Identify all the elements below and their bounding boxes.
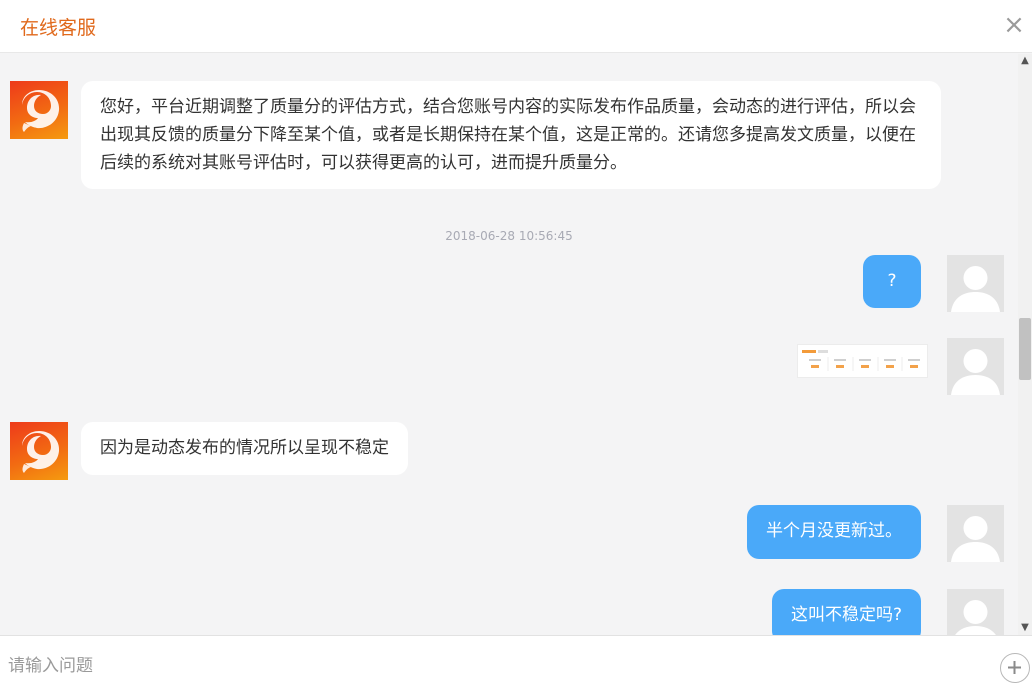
service-avatar: [10, 422, 68, 480]
plus-icon[interactable]: [1000, 653, 1030, 683]
user-avatar: [947, 505, 1004, 562]
composer: [0, 635, 1032, 689]
fish-logo-icon: [22, 90, 60, 132]
scroll-down-icon[interactable]: ▼: [1018, 621, 1032, 635]
scrollbar-thumb[interactable]: [1019, 318, 1031, 380]
service-avatar: [10, 81, 68, 139]
default-user-icon: [951, 516, 1000, 562]
page-title: 在线客服: [20, 17, 97, 39]
chat-header: 在线客服 ×: [0, 0, 1032, 53]
message-input[interactable]: [8, 652, 968, 680]
user-avatar: [947, 338, 1004, 395]
message-bubble-service: 您好，平台近期调整了质量分的评估方式，结合您账号内容的实际发布作品质量，会动态的…: [81, 81, 941, 189]
message-bubble-user: ?: [863, 255, 921, 308]
message-list[interactable]: 您好，平台近期调整了质量分的评估方式，结合您账号内容的实际发布作品质量，会动态的…: [0, 54, 1018, 635]
message-timestamp: 2018-06-28 10:56:45: [445, 229, 573, 243]
scroll-up-icon[interactable]: ▲: [1018, 54, 1032, 68]
default-user-icon: [955, 600, 996, 635]
message-bubble-service: 因为是动态发布的情况所以呈现不稳定: [81, 422, 408, 475]
image-thumbnail[interactable]: [797, 344, 928, 378]
message-bubble-user: 半个月没更新过。: [747, 505, 921, 559]
scrollbar[interactable]: ▲ ▼: [1018, 54, 1032, 635]
fish-logo-icon: [22, 431, 60, 473]
default-user-icon: [951, 266, 1000, 312]
close-icon[interactable]: ×: [1002, 10, 1026, 40]
user-avatar: [947, 255, 1004, 312]
user-avatar: [947, 589, 1004, 635]
message-bubble-user: 这叫不稳定吗?: [771, 589, 921, 635]
screenshot-thumbnail-icon: [802, 350, 920, 371]
default-user-icon: [951, 349, 1000, 395]
plus-glyph-icon: [1008, 661, 1021, 674]
